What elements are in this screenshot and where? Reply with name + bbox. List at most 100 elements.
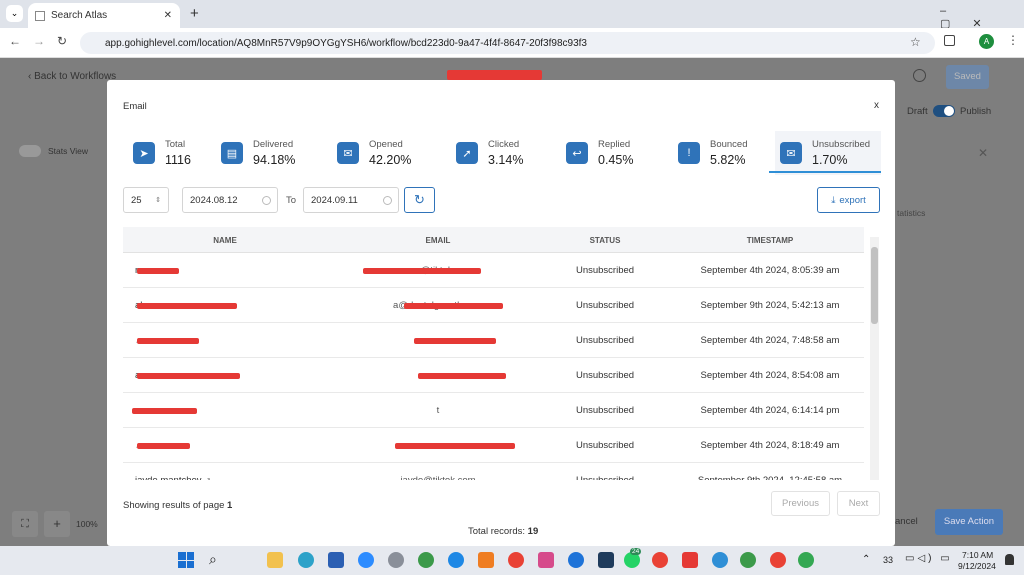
timestamp-cell: September 9th 2024, 5:42:13 am xyxy=(700,300,840,311)
app-icon-10[interactable] xyxy=(538,552,554,568)
redaction-bar xyxy=(137,338,199,344)
extensions-icon[interactable] xyxy=(944,35,955,46)
app-icon-12[interactable] xyxy=(598,552,614,568)
from-date-input[interactable]: 2024.08.12 xyxy=(182,187,278,213)
status-cell: Unsubscribed xyxy=(575,405,635,416)
to-date-input[interactable]: 2024.09.11 xyxy=(303,187,399,213)
stat-card-total[interactable]: ➤ Total 1116 xyxy=(128,131,230,175)
save-action-button[interactable]: Save Action xyxy=(935,509,1003,535)
redaction-bar xyxy=(404,303,503,309)
back-nav-icon[interactable]: ← xyxy=(9,34,21,48)
timestamp-cell: September 9th 2024, 12:45:58 am xyxy=(685,475,855,480)
app-icon-15[interactable] xyxy=(682,552,698,568)
browser-tab[interactable]: Search Atlas ✕ xyxy=(28,3,180,28)
tray-chevron-icon[interactable]: ⌃ xyxy=(862,554,870,565)
status-cell: Unsubscribed xyxy=(575,265,635,276)
app-icon-7[interactable] xyxy=(448,552,464,568)
status-cell: Unsubscribed xyxy=(560,475,650,480)
col-timestamp: TIMESTAMP xyxy=(746,236,794,245)
stat-card-opened[interactable]: ✉ Opened 42.20% xyxy=(332,131,434,175)
redaction-bar xyxy=(414,338,496,344)
store-icon[interactable] xyxy=(328,552,344,568)
to-date-value: 2024.09.11 xyxy=(311,194,358,206)
stats-view-toggle[interactable] xyxy=(19,145,41,157)
new-tab-icon[interactable]: + xyxy=(190,5,199,22)
redaction-bar xyxy=(137,373,240,379)
redaction-bar xyxy=(137,303,237,309)
previous-button[interactable]: Previous xyxy=(771,491,830,516)
modal-close-button[interactable]: x xyxy=(874,100,879,111)
redaction-bar xyxy=(363,268,481,274)
stat-label: Delivered xyxy=(253,139,294,150)
browser-menu-icon[interactable]: ⋮ xyxy=(1007,33,1019,47)
to-label: To xyxy=(286,195,297,206)
clear-date-icon[interactable] xyxy=(262,195,271,205)
contact-name[interactable]: jayde.mantchev ↗ xyxy=(135,475,255,480)
side-panel-close-icon[interactable]: ✕ xyxy=(978,146,988,160)
app-icon-8[interactable] xyxy=(478,552,494,568)
chrome-icon[interactable] xyxy=(508,552,524,568)
forward-nav-icon[interactable]: → xyxy=(33,34,45,48)
fit-view-icon[interactable]: ⛶ xyxy=(12,511,38,537)
refresh-icon: ↻ xyxy=(414,192,425,207)
redaction-bar xyxy=(418,373,506,379)
total-label: Total records: xyxy=(468,526,526,537)
weather-temp: 33 xyxy=(883,555,894,565)
stat-card-clicked[interactable]: ➚ Clicked 3.14% xyxy=(451,131,553,175)
export-button[interactable]: ⤓ export xyxy=(817,187,880,213)
zoom-app-icon[interactable] xyxy=(358,552,374,568)
start-icon[interactable] xyxy=(178,552,194,568)
profile-avatar[interactable]: A xyxy=(979,34,994,49)
taskbar-search-icon[interactable]: ⌕ xyxy=(209,551,217,568)
settings-app-icon[interactable] xyxy=(388,552,404,568)
stat-value: 94.18% xyxy=(253,153,296,167)
stat-card-unsubscribed[interactable]: ✉ Unsubscribed 1.70% xyxy=(775,131,881,175)
refresh-button[interactable]: ↻ xyxy=(404,187,435,213)
stat-card-delivered[interactable]: ▤ Delivered 94.18% xyxy=(216,131,318,175)
history-icon[interactable] xyxy=(913,69,926,82)
address-bar-row: ← → ↻ app.gohighlevel.com/location/AQ8Mn… xyxy=(0,28,1024,58)
file-explorer-icon[interactable] xyxy=(267,552,283,568)
publish-toggle[interactable] xyxy=(933,105,955,117)
app-icon-11[interactable] xyxy=(568,552,584,568)
stat-value: 42.20% xyxy=(369,153,412,167)
bookmark-star-icon[interactable]: ☆ xyxy=(910,35,921,49)
table-body[interactable]: n ↗ com@tiktok.com Unsubscribed Septembe… xyxy=(107,253,895,480)
zoom-in-icon[interactable]: + xyxy=(44,511,70,537)
stat-card-replied[interactable]: ↩ Replied 0.45% xyxy=(561,131,663,175)
clock-time[interactable]: 7:10 AM xyxy=(962,550,993,560)
tray-icons[interactable]: ▭◁) ▭ xyxy=(905,553,953,564)
cancel-button[interactable]: ancel xyxy=(895,516,918,527)
chrome-icon-3[interactable] xyxy=(770,552,786,568)
edge-icon[interactable] xyxy=(298,552,314,568)
page-size-select[interactable]: 25 ⇕ xyxy=(123,187,169,213)
from-date-value: 2024.08.12 xyxy=(190,194,238,206)
timestamp-cell: September 4th 2024, 8:05:39 am xyxy=(700,265,840,276)
reload-icon[interactable]: ↻ xyxy=(57,34,67,48)
url-text: app.gohighlevel.com/location/AQ8MnR57V9p… xyxy=(105,37,587,49)
reply-icon: ↩ xyxy=(566,142,588,164)
notification-icon[interactable] xyxy=(1005,554,1014,565)
clock-date[interactable]: 9/12/2024 xyxy=(958,561,996,571)
app-icon-6[interactable] xyxy=(418,552,434,568)
next-button[interactable]: Next xyxy=(837,491,880,516)
page-size-value: 25 xyxy=(131,194,142,206)
clear-date-icon[interactable] xyxy=(383,195,392,205)
stat-card-bounced[interactable]: ! Bounced 5.82% xyxy=(673,131,775,175)
saved-button[interactable]: Saved xyxy=(946,65,989,89)
app-icon-17[interactable] xyxy=(740,552,756,568)
back-to-workflows[interactable]: ‹ Back to Workflows xyxy=(28,71,116,82)
chrome-icon-2[interactable] xyxy=(652,552,668,568)
chrome-icon-4[interactable] xyxy=(798,552,814,568)
window-controls[interactable]: –▢✕ xyxy=(940,5,1024,30)
status-cell: Unsubscribed xyxy=(575,335,635,346)
external-link-icon[interactable]: ↗ xyxy=(204,476,211,480)
timestamp-cell: September 4th 2024, 6:14:14 pm xyxy=(700,405,840,416)
table-scrollbar[interactable] xyxy=(870,237,879,480)
scroll-thumb[interactable] xyxy=(871,247,878,324)
url-field[interactable]: app.gohighlevel.com/location/AQ8MnR57V9p… xyxy=(80,32,935,54)
app-icon-16[interactable] xyxy=(712,552,728,568)
close-tab-icon[interactable]: ✕ xyxy=(164,10,172,21)
total-value: 19 xyxy=(527,526,539,537)
tab-search-button[interactable]: ⌄ xyxy=(6,5,23,22)
